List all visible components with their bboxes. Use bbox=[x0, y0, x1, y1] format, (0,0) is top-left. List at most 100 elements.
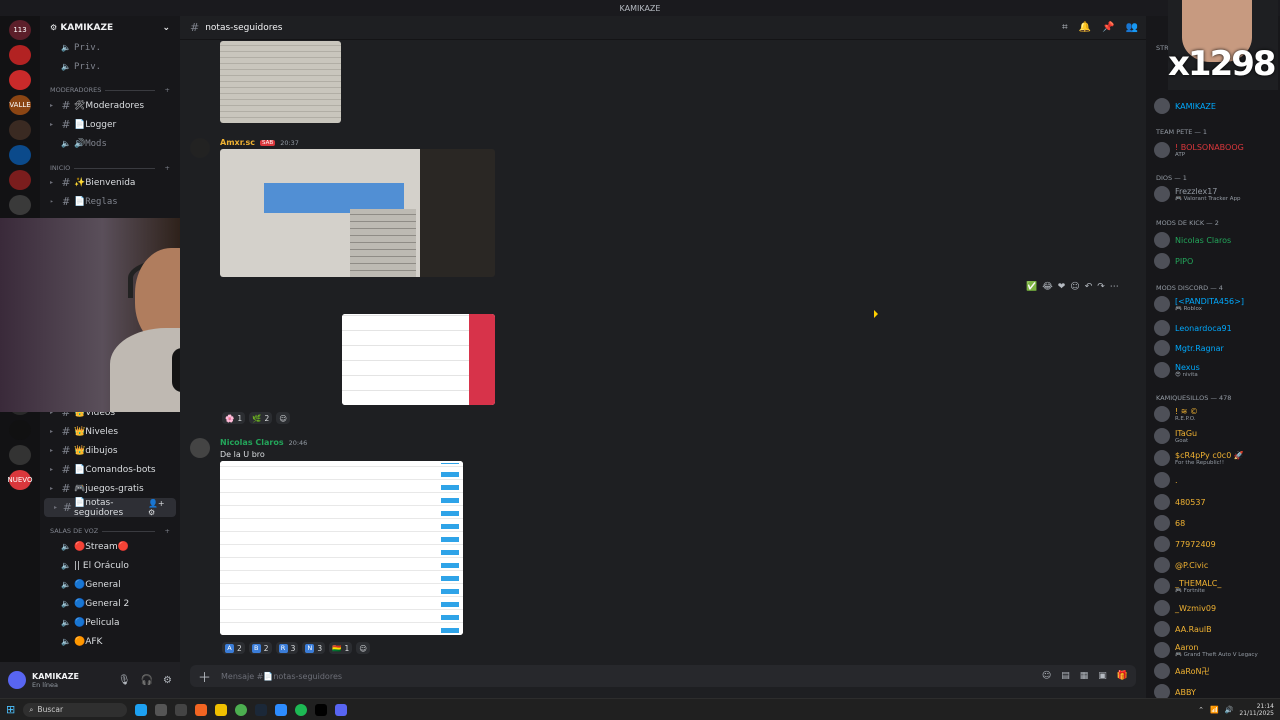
member-item[interactable]: AaRoN卍 bbox=[1154, 663, 1209, 679]
gif-icon[interactable]: ▤ bbox=[1061, 671, 1070, 681]
author-name[interactable]: Amxr.sc bbox=[220, 138, 255, 147]
tiktok-icon[interactable] bbox=[315, 703, 328, 716]
member-item[interactable]: PIPO bbox=[1154, 253, 1193, 269]
sticker-icon[interactable]: ▦ bbox=[1080, 671, 1089, 681]
discord-icon[interactable] bbox=[335, 703, 348, 716]
channel-item[interactable]: 🔈 🔴Stream🔴 bbox=[40, 537, 180, 556]
reply-icon[interactable]: ↶ bbox=[1085, 282, 1093, 292]
channel-item[interactable]: 🔈 🔊Mods bbox=[40, 134, 180, 153]
member-item[interactable]: . bbox=[1154, 472, 1178, 488]
member-item[interactable]: [<PANDITA456>] 🎮 Roblox bbox=[1154, 296, 1244, 312]
pin-icon[interactable]: 📌 bbox=[1102, 22, 1114, 33]
steam-icon[interactable] bbox=[255, 703, 268, 716]
member-item[interactable]: ABBY bbox=[1154, 684, 1196, 698]
channel-item[interactable]: 🔈 Priv. bbox=[40, 57, 180, 76]
member-item[interactable]: Frezzlex17 🎮 Valorant Tracker App bbox=[1154, 186, 1241, 202]
add-reaction-icon[interactable]: ☺ bbox=[1070, 282, 1079, 292]
channel-item[interactable]: ▸ # 📄Reglas bbox=[40, 192, 180, 211]
channel-item[interactable]: 🔈 Priv. bbox=[40, 38, 180, 57]
member-item[interactable]: Mgtr.Ragnar bbox=[1154, 340, 1224, 356]
avatar[interactable] bbox=[190, 138, 210, 158]
server-icon[interactable] bbox=[9, 145, 31, 165]
chevron-down-icon[interactable]: ⌄ bbox=[162, 23, 170, 33]
plus-icon[interactable]: ＋ bbox=[198, 667, 211, 686]
member-item[interactable]: 480537 bbox=[1154, 494, 1206, 510]
microphone-icon[interactable]: 🎙 bbox=[118, 675, 131, 686]
apps-icon[interactable]: ▣ bbox=[1098, 671, 1107, 681]
channel-item-active[interactable]: ▸ # 📄notas-seguidores 👤+ ⚙ bbox=[44, 498, 176, 518]
member-item[interactable]: Nexus 😎 nivita bbox=[1154, 362, 1200, 378]
server-icon[interactable]: NUEVO bbox=[8, 470, 32, 490]
add-reaction-icon[interactable]: ☺ bbox=[276, 412, 291, 424]
channel-item[interactable]: ▸ # ✨Bienvenida bbox=[40, 173, 180, 192]
member-item[interactable]: ! BOLSONABOOG ATP bbox=[1154, 142, 1244, 158]
member-item[interactable]: ! ≋ © R.E.P.O. bbox=[1154, 406, 1198, 422]
bell-icon[interactable]: 🔔 bbox=[1079, 22, 1091, 33]
attachment-image[interactable] bbox=[342, 314, 495, 405]
members-icon[interactable]: 👥 bbox=[1126, 22, 1138, 33]
server-icon[interactable] bbox=[9, 45, 31, 65]
laugh-reaction-icon[interactable]: 😂 bbox=[1042, 282, 1053, 292]
notepad-icon[interactable] bbox=[175, 703, 188, 716]
channel-item[interactable]: 🔈 🔵General bbox=[40, 575, 180, 594]
avatar[interactable] bbox=[190, 438, 210, 458]
gift-icon[interactable]: 🎁 bbox=[1117, 671, 1128, 681]
channel-item[interactable]: ▸ # 🎮juegos-gratis bbox=[40, 479, 180, 498]
spotify-icon[interactable] bbox=[295, 703, 308, 716]
member-item[interactable]: 68 bbox=[1154, 515, 1185, 531]
channel-item[interactable]: ▸ # 📄Logger bbox=[40, 115, 180, 134]
server-icon[interactable] bbox=[9, 445, 31, 465]
member-item[interactable]: Leonardoca91 bbox=[1154, 320, 1232, 336]
reaction-chip[interactable]: A2 bbox=[222, 642, 245, 654]
member-item[interactable]: AA.RaulB bbox=[1154, 621, 1212, 637]
server-icon[interactable] bbox=[9, 420, 31, 440]
plus-icon[interactable]: + bbox=[165, 86, 170, 94]
server-header[interactable]: ⚙ KAMIKAZE ⌄ bbox=[40, 16, 180, 40]
server-icon[interactable] bbox=[9, 120, 31, 140]
channel-item[interactable]: 🔈 🔵Pelicula bbox=[40, 613, 180, 632]
check-reaction-icon[interactable]: ✅ bbox=[1026, 282, 1037, 292]
attachment-image[interactable] bbox=[220, 41, 341, 123]
windows-start-icon[interactable]: ⊞ bbox=[6, 703, 15, 716]
attachment-image[interactable] bbox=[220, 149, 495, 277]
folder-icon[interactable] bbox=[215, 703, 228, 716]
server-icon[interactable]: 113 bbox=[9, 20, 31, 40]
channel-item[interactable]: ▸ # 👑dibujos bbox=[40, 441, 180, 460]
chevron-up-icon[interactable]: ⌃ bbox=[1198, 706, 1204, 714]
channel-item[interactable]: 🔈 🔵General 2 bbox=[40, 594, 180, 613]
app-icon[interactable] bbox=[195, 703, 208, 716]
member-item[interactable]: 77972409 bbox=[1154, 536, 1216, 552]
member-item[interactable]: Nicolas Claros bbox=[1154, 232, 1231, 248]
headphones-icon[interactable]: 🎧 bbox=[141, 675, 153, 686]
member-item[interactable]: _Wzmiv09 bbox=[1154, 600, 1216, 616]
plus-icon[interactable]: + bbox=[165, 164, 170, 172]
clock[interactable]: 21:14 21/11/2025 bbox=[1239, 703, 1274, 717]
reaction-chip[interactable]: 🌸 1 bbox=[222, 412, 246, 424]
heart-reaction-icon[interactable]: ❤ bbox=[1058, 282, 1066, 292]
channel-item[interactable]: ▸ # 🛠Moderadores bbox=[40, 96, 180, 115]
member-item[interactable]: ITaGu Goat bbox=[1154, 428, 1197, 444]
network-icon[interactable]: 📶 bbox=[1210, 706, 1219, 714]
message-input[interactable]: Mensaje #📄notas-seguidores bbox=[221, 672, 342, 681]
terminal-icon[interactable] bbox=[155, 703, 168, 716]
member-item[interactable]: @P.Civic bbox=[1154, 557, 1208, 573]
channel-category[interactable]: Moderadores + bbox=[40, 84, 180, 96]
author-name[interactable]: Nicolas Claros bbox=[220, 438, 284, 447]
more-icon[interactable]: ⋯ bbox=[1110, 282, 1119, 292]
gear-icon[interactable]: ⚙ bbox=[163, 675, 172, 686]
member-item[interactable]: _THEMALC_ 🎮 Fortnite bbox=[1154, 578, 1221, 594]
member-item[interactable]: KAMIKAZE bbox=[1154, 98, 1216, 114]
app-icon[interactable] bbox=[275, 703, 288, 716]
reaction-chip[interactable]: 🌿 2 bbox=[249, 412, 273, 424]
threads-icon[interactable]: ⌗ bbox=[1062, 22, 1068, 33]
edge-icon[interactable] bbox=[135, 703, 148, 716]
avatar[interactable] bbox=[8, 671, 26, 689]
plus-icon[interactable]: + bbox=[165, 527, 170, 535]
reaction-chip[interactable]: R3 bbox=[275, 642, 299, 654]
server-icon[interactable]: VALLE bbox=[9, 95, 31, 115]
reaction-chip[interactable]: B2 bbox=[248, 642, 272, 654]
member-item[interactable]: $cR4pPy c0c0 🚀 For the Republic!! bbox=[1154, 450, 1244, 466]
attachment-image[interactable] bbox=[220, 461, 463, 635]
reaction-chip[interactable]: N3 bbox=[302, 642, 326, 654]
taskbar-search[interactable]: ⌕ Buscar bbox=[23, 702, 128, 717]
